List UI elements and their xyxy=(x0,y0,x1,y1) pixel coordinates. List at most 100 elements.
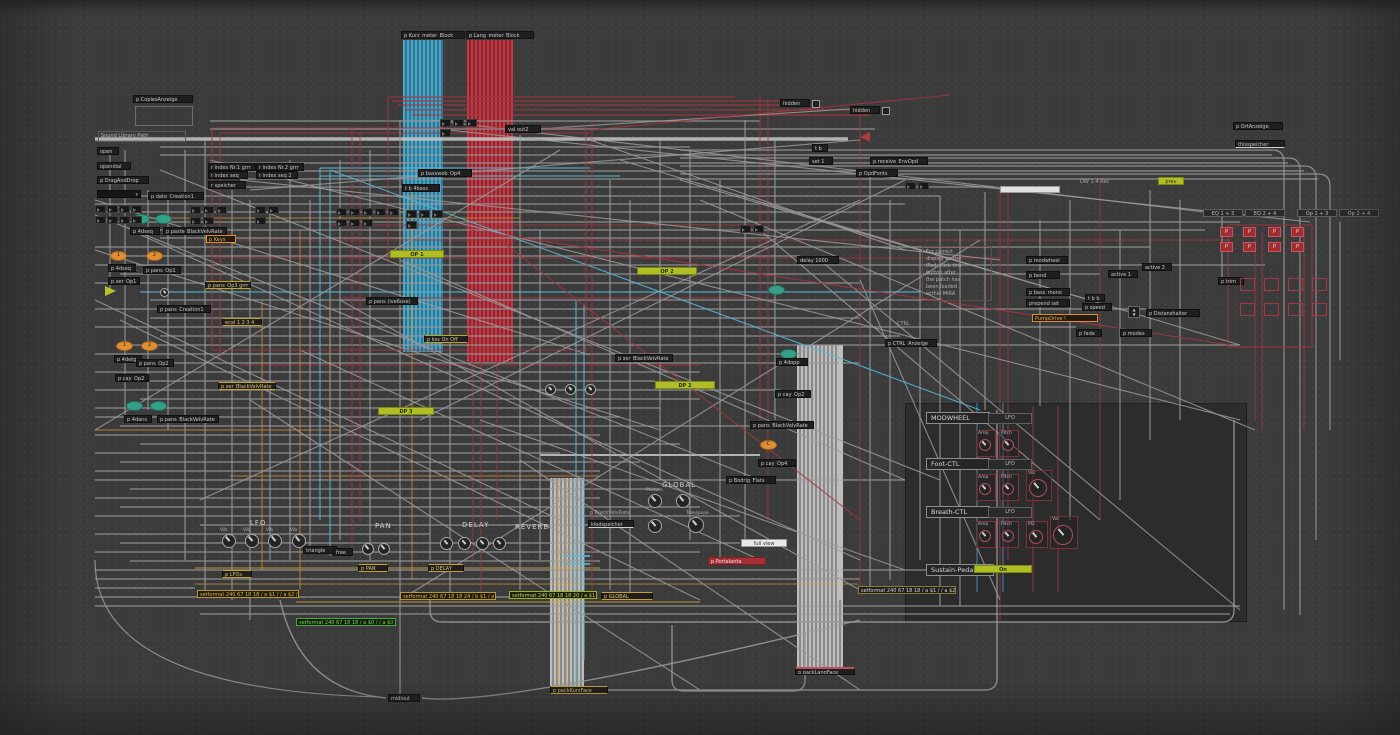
obj-kledspeicher[interactable]: kledspeicher xyxy=(588,520,634,528)
obj-cay-op2[interactable]: p cay_Op2 xyxy=(115,374,149,382)
obj-date-creation[interactable]: p date_Creation1 xyxy=(148,192,204,200)
objy-ecal[interactable]: ecal 1 2 3 4 xyxy=(222,318,262,326)
knob[interactable] xyxy=(979,530,991,542)
toggle-org-c1[interactable]: 1 xyxy=(116,341,133,351)
toggle-org-c2[interactable]: 2 xyxy=(141,341,158,351)
number-box[interactable] xyxy=(466,119,477,127)
checkbox[interactable] xyxy=(812,100,820,108)
knob[interactable] xyxy=(440,537,453,550)
obj-ser-blackvelv-c[interactable]: p ser_BlackVelvRate xyxy=(615,354,673,362)
number-box[interactable] xyxy=(255,217,266,225)
knob[interactable] xyxy=(292,534,306,548)
obj-t-b-b[interactable]: t b b xyxy=(1085,294,1105,302)
obj-keys[interactable]: p Keys xyxy=(206,235,236,243)
toggle-teal-a2[interactable] xyxy=(155,214,172,224)
patch-cord[interactable] xyxy=(590,95,950,130)
knob[interactable] xyxy=(476,537,489,550)
msg-setformat-1[interactable]: setformat 240 67 18 18 / a $1 / / a $2 /… xyxy=(197,590,299,598)
patch-cord[interactable] xyxy=(330,170,980,410)
obj-pans-op1[interactable]: p pans_Op1 xyxy=(143,266,181,274)
knob[interactable] xyxy=(585,384,596,395)
toggle-teal-d2[interactable] xyxy=(150,401,167,411)
obj-lang-meter-block[interactable]: p Lang_meter_Block xyxy=(466,31,534,39)
umenu-library[interactable] xyxy=(97,190,141,198)
matrix-cell[interactable] xyxy=(1264,278,1279,291)
objy-kss-onoff[interactable]: p kss On Off xyxy=(424,335,468,343)
number-box[interactable] xyxy=(753,225,764,233)
number-box[interactable] xyxy=(440,129,451,137)
number-box[interactable] xyxy=(918,182,929,190)
obj-midiout[interactable]: midiout xyxy=(388,694,420,702)
lbl-foot-ctl[interactable]: Foot-CTL xyxy=(926,458,990,470)
obj-cay-op2b[interactable]: p cay_Op2 xyxy=(775,390,811,398)
patch-cord[interactable] xyxy=(672,625,805,691)
knob[interactable] xyxy=(545,384,556,395)
number-box[interactable] xyxy=(905,182,916,190)
preset-chip[interactable]: P xyxy=(1291,227,1304,237)
number-box[interactable] xyxy=(95,205,106,213)
lime-dp2[interactable]: DP 2 xyxy=(655,381,715,389)
number-box[interactable] xyxy=(349,208,360,216)
obj-pans-blackvelv2[interactable]: p pans_BlackVelvRate xyxy=(750,421,814,429)
obj-4dans[interactable]: p 4dans xyxy=(124,415,152,423)
preset-chip[interactable]: P xyxy=(1291,242,1304,252)
matrix-cell[interactable] xyxy=(1288,303,1303,316)
knob[interactable] xyxy=(1029,530,1043,544)
preset-chip[interactable]: P xyxy=(1220,242,1233,252)
obj-drag-and-drop[interactable]: p DragAndDrop xyxy=(97,176,149,184)
obj-hidden-2[interactable]: hidden xyxy=(850,106,880,114)
obj-bassweb-op4[interactable]: p bassweb_Op4 xyxy=(418,169,472,177)
obj-delay-1000[interactable]: delay 1000 xyxy=(797,256,839,264)
obj-thisspeicher[interactable]: thisspeicher xyxy=(1235,140,1285,148)
patch-cord[interactable] xyxy=(422,620,860,699)
knob[interactable] xyxy=(688,517,704,533)
obj-set-1[interactable]: set 1 xyxy=(809,157,833,165)
matrix-cell[interactable] xyxy=(1240,303,1255,316)
number-box[interactable] xyxy=(95,216,106,224)
obj-opendial[interactable]: opendial xyxy=(97,162,131,170)
matrix-cell[interactable] xyxy=(1264,303,1279,316)
preset-chip[interactable]: P xyxy=(1220,227,1233,237)
knob[interactable] xyxy=(676,494,690,508)
obj-opdfonts[interactable]: p OpdFonts xyxy=(856,169,898,177)
obj-4dopp[interactable]: p 4dopp xyxy=(776,358,808,366)
knob[interactable] xyxy=(245,534,259,548)
obj-r-speicher[interactable]: r speicher xyxy=(208,181,246,189)
obj-pack-langface[interactable]: p packLangFace xyxy=(795,667,855,675)
toggle-teal-f1[interactable] xyxy=(768,285,785,295)
obj-ort-anzeige[interactable]: p OrtAnzeige xyxy=(1233,122,1283,130)
number-box[interactable] xyxy=(107,205,118,213)
knob[interactable] xyxy=(1002,439,1014,451)
obj-free[interactable]: free xyxy=(333,548,353,556)
slider-sustain-on[interactable]: On xyxy=(974,565,1032,573)
patch-cord[interactable] xyxy=(95,300,560,520)
knob[interactable] xyxy=(979,439,991,451)
obj-modwheel-send[interactable]: p modwheel xyxy=(1026,256,1068,264)
obj-r-index-seq[interactable]: r index seq xyxy=(208,171,248,179)
white-bar[interactable] xyxy=(1000,186,1060,193)
knob[interactable] xyxy=(362,543,374,555)
lbl-op24[interactable]: Op 2 + 4 xyxy=(1339,209,1379,217)
number-box[interactable] xyxy=(388,208,399,216)
obj-prepend-set[interactable]: prepend set xyxy=(1026,299,1070,307)
obj-pans-ive[interactable]: p pans (ive6ose) xyxy=(366,297,418,305)
obj-active-1[interactable]: active 1 xyxy=(1108,270,1138,278)
obj-p-modes[interactable]: p modes xyxy=(1120,329,1152,337)
obj-hidden-1[interactable]: hidden xyxy=(780,99,810,107)
number-box[interactable] xyxy=(362,208,373,216)
number-box[interactable] xyxy=(336,208,347,216)
obj-p-speed[interactable]: p speed xyxy=(1082,303,1112,311)
matrix-cell[interactable] xyxy=(1288,278,1303,291)
obj-p-pan[interactable]: p PAN xyxy=(358,564,388,572)
number-box[interactable] xyxy=(740,225,751,233)
patch-cord[interactable] xyxy=(400,260,905,480)
number-box[interactable] xyxy=(419,210,430,218)
msg-setformat-3[interactable]: setformat 240 67 18 18 24 / b $1 / a $0 … xyxy=(400,592,496,600)
number-box[interactable] xyxy=(131,216,142,224)
obj-r-index-nr1[interactable]: r index Nr.1 grrr xyxy=(208,163,256,171)
number-box[interactable] xyxy=(119,216,130,224)
patch-cord[interactable] xyxy=(130,230,860,560)
obj-r-index-seq2[interactable]: r index seq 2 xyxy=(256,171,298,179)
checkbox[interactable] xyxy=(882,107,890,115)
obj-val-out2[interactable]: val out2 xyxy=(505,125,541,133)
